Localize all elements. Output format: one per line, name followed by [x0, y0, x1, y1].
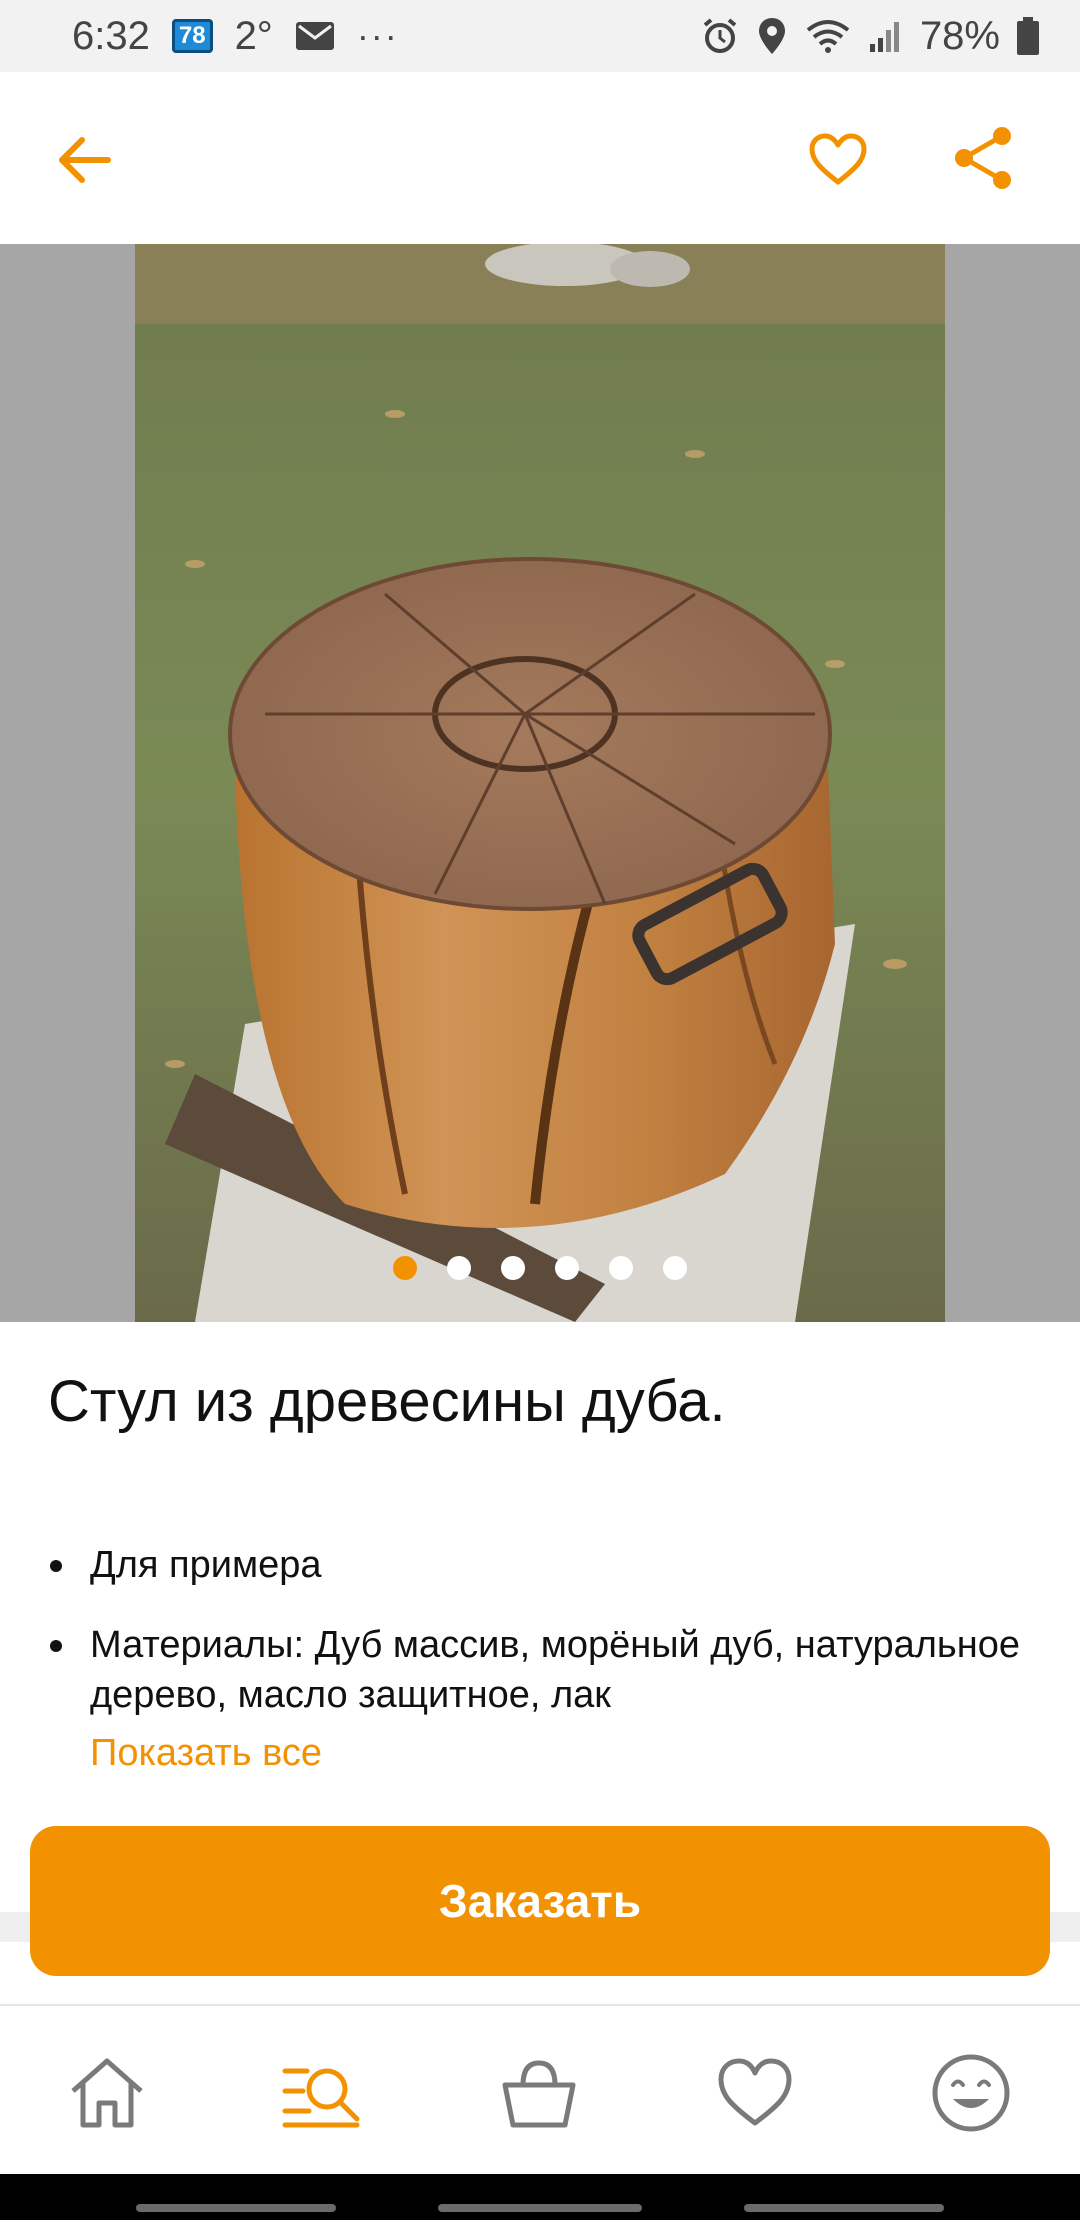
gallery-dot[interactable]: [663, 1256, 687, 1280]
product-photo-oak-stump-stool[interactable]: [135, 244, 945, 1322]
gallery-dot[interactable]: [393, 1256, 417, 1280]
back-button[interactable]: [744, 2204, 944, 2212]
battery-percent: 78%: [919, 13, 1000, 58]
smiley-profile-icon[interactable]: [926, 2048, 1016, 2138]
recent-apps-button[interactable]: [136, 2204, 336, 2212]
gallery-dot[interactable]: [501, 1256, 525, 1280]
app-bar: [0, 72, 1080, 244]
status-temperature: 2°: [234, 13, 273, 58]
status-bar: 6:32 78 2° ··· 78%: [0, 0, 1080, 72]
system-navigation-bar: [0, 2174, 1080, 2220]
product-title: Стул из древесины дуба.: [48, 1369, 726, 1434]
gallery-dot[interactable]: [555, 1256, 579, 1280]
battery-icon: [1016, 16, 1040, 56]
mail-icon: [295, 20, 335, 52]
heart-icon[interactable]: [806, 128, 870, 192]
home-button[interactable]: [438, 2204, 642, 2212]
gallery-dot[interactable]: [609, 1256, 633, 1280]
order-button[interactable]: Заказать: [30, 1826, 1050, 1976]
product-details-list: Для примера Материалы: Дуб массив, морён…: [48, 1540, 1028, 1750]
product-gallery[interactable]: [0, 244, 1080, 1322]
catalog-search-icon[interactable]: [276, 2048, 366, 2138]
location-icon: [756, 16, 788, 56]
notification-badge: 78: [171, 19, 213, 53]
signal-icon: [868, 18, 904, 54]
list-item: Материалы: Дуб массив, морёный дуб, нату…: [48, 1620, 1028, 1720]
back-arrow-icon[interactable]: [52, 128, 116, 192]
alarm-icon: [700, 16, 740, 56]
list-item: Для примера: [48, 1540, 1028, 1590]
more-notifications-icon: ···: [356, 15, 399, 56]
show-all-link[interactable]: Показать все: [90, 1732, 322, 1775]
basket-icon[interactable]: [494, 2048, 584, 2138]
wifi-icon: [804, 16, 852, 56]
share-icon[interactable]: [950, 124, 1018, 192]
gallery-pagination: [0, 1256, 1080, 1280]
heart-icon[interactable]: [710, 2048, 800, 2138]
bottom-navigation: [0, 2004, 1080, 2174]
gallery-dot[interactable]: [447, 1256, 471, 1280]
status-time: 6:32: [72, 13, 150, 58]
home-icon[interactable]: [62, 2048, 152, 2138]
